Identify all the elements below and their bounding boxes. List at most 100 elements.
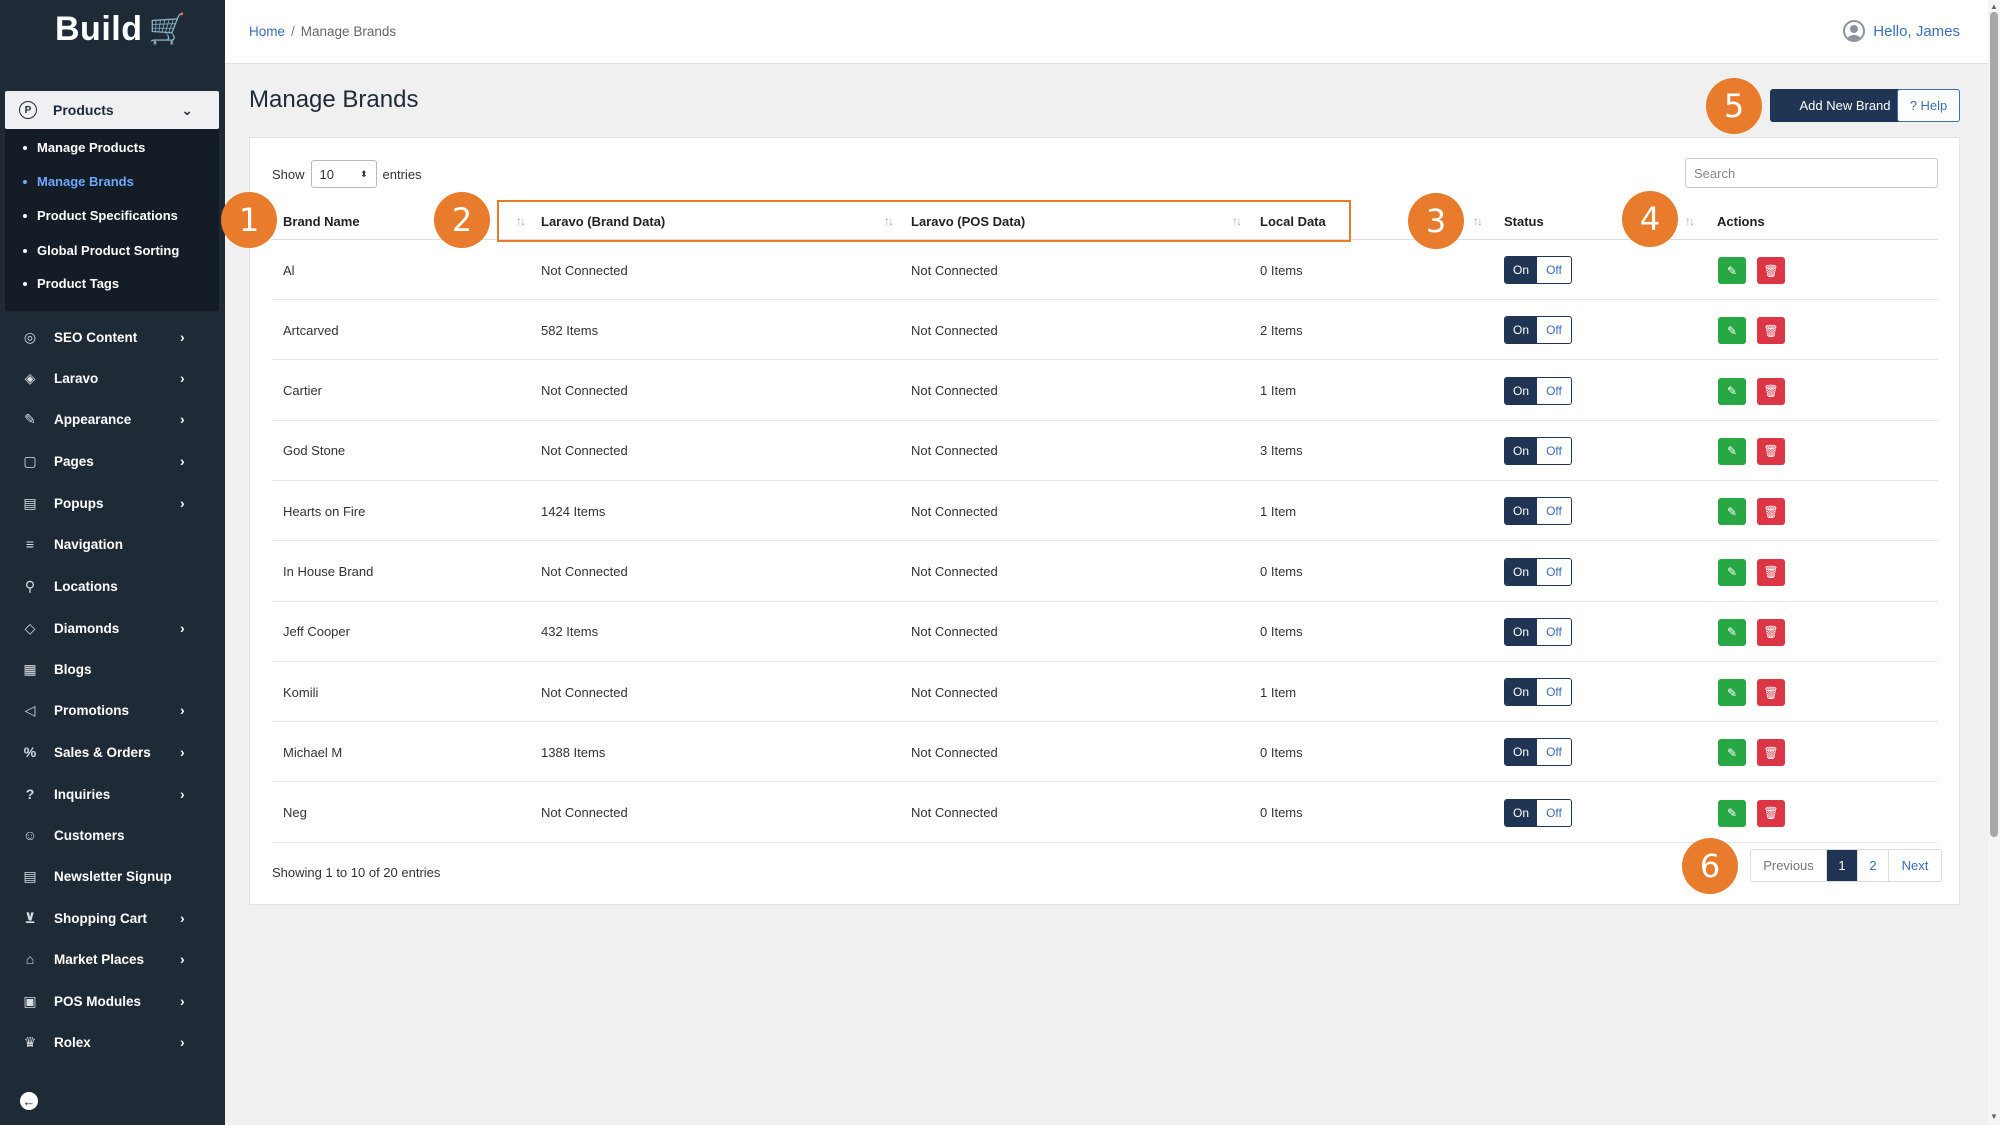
pagination: Previous 1 2 Next bbox=[1750, 849, 1942, 882]
sort-icon[interactable]: ↑↓ bbox=[1685, 214, 1695, 228]
delete-button[interactable]: 🗑 bbox=[1757, 377, 1785, 405]
scroll-down-icon[interactable]: ▼ bbox=[1990, 1112, 1998, 1121]
toggle-off[interactable]: Off bbox=[1537, 377, 1571, 404]
sidebar-item-locations[interactable]: ⚲ Locations bbox=[0, 571, 225, 601]
sidebar-item-promotions[interactable]: ◁ Promotions › bbox=[0, 695, 225, 725]
subitem-manage-products[interactable]: Manage Products bbox=[23, 140, 145, 155]
edit-button[interactable]: ✎ bbox=[1718, 377, 1746, 405]
toggle-on[interactable]: On bbox=[1505, 437, 1537, 464]
toggle-on[interactable]: On bbox=[1505, 558, 1537, 585]
delete-button[interactable]: 🗑 bbox=[1757, 799, 1785, 827]
status-toggle[interactable]: On Off bbox=[1504, 436, 1572, 465]
delete-button[interactable]: 🗑 bbox=[1757, 618, 1785, 646]
sidebar-item-popups[interactable]: ▤ Popups › bbox=[0, 488, 225, 518]
pagination-previous[interactable]: Previous bbox=[1751, 850, 1827, 881]
delete-button[interactable]: 🗑 bbox=[1757, 679, 1785, 707]
sidebar-item-label: Locations bbox=[54, 578, 118, 594]
edit-button[interactable]: ✎ bbox=[1718, 437, 1746, 465]
bullet-icon bbox=[23, 145, 27, 150]
toggle-on[interactable]: On bbox=[1505, 257, 1537, 283]
sidebar-item-laravo[interactable]: ◈ Laravo › bbox=[0, 363, 225, 393]
build-logo[interactable]: Build 🛒 bbox=[55, 10, 186, 49]
delete-button[interactable]: 🗑 bbox=[1757, 437, 1785, 465]
toggle-on[interactable]: On bbox=[1505, 377, 1537, 404]
toggle-off[interactable]: Off bbox=[1537, 799, 1571, 826]
delete-button[interactable]: 🗑 bbox=[1757, 257, 1785, 284]
delete-button[interactable]: 🗑 bbox=[1757, 498, 1785, 526]
sidebar-item-newsletter-signup[interactable]: ▤ Newsletter Signup bbox=[0, 861, 225, 891]
sidebar-item-pos-modules[interactable]: ▣ POS Modules › bbox=[0, 986, 225, 1016]
user-menu[interactable]: Hello, James bbox=[1843, 20, 1960, 42]
callout-5: 5 bbox=[1706, 78, 1762, 134]
status-toggle[interactable]: On Off bbox=[1504, 316, 1572, 345]
sidebar-item-sales-orders[interactable]: % Sales & Orders › bbox=[0, 737, 225, 767]
sidebar-item-pages[interactable]: ▢ Pages › bbox=[0, 446, 225, 476]
status-toggle[interactable]: On Off bbox=[1504, 557, 1572, 586]
delete-button[interactable]: 🗑 bbox=[1757, 558, 1785, 586]
edit-button[interactable]: ✎ bbox=[1718, 739, 1746, 767]
pagination-page-2[interactable]: 2 bbox=[1858, 850, 1889, 881]
edit-button[interactable]: ✎ bbox=[1718, 257, 1746, 284]
sidebar-item-shopping-cart[interactable]: ⊻ Shopping Cart › bbox=[0, 903, 225, 933]
toggle-off[interactable]: Off bbox=[1537, 739, 1571, 766]
edit-button[interactable]: ✎ bbox=[1718, 317, 1746, 345]
pagination-next[interactable]: Next bbox=[1889, 850, 1941, 881]
search-input[interactable] bbox=[1685, 158, 1938, 188]
edit-button[interactable]: ✎ bbox=[1718, 618, 1746, 646]
subitem-global-product-sorting[interactable]: Global Product Sorting bbox=[23, 243, 179, 258]
status-toggle[interactable]: On Off bbox=[1504, 617, 1572, 646]
edit-button[interactable]: ✎ bbox=[1718, 498, 1746, 526]
chevron-right-icon: › bbox=[180, 329, 185, 345]
toggle-off[interactable]: Off bbox=[1537, 257, 1571, 283]
pagination-page-1[interactable]: 1 bbox=[1827, 850, 1858, 881]
status-toggle[interactable]: On Off bbox=[1504, 256, 1572, 284]
toggle-off[interactable]: Off bbox=[1537, 317, 1571, 344]
collapse-sidebar-icon[interactable]: ← bbox=[20, 1092, 38, 1110]
sidebar-item-label: Diamonds bbox=[54, 620, 120, 636]
sidebar-item-rolex[interactable]: ♛ Rolex › bbox=[0, 1027, 225, 1057]
sidebar-item-inquiries[interactable]: ? Inquiries › bbox=[0, 779, 225, 809]
toggle-off[interactable]: Off bbox=[1537, 679, 1571, 706]
status-toggle[interactable]: On Off bbox=[1504, 738, 1572, 767]
sidebar-item-blogs[interactable]: ▦ Blogs bbox=[0, 654, 225, 684]
sidebar-item-navigation[interactable]: ≡ Navigation bbox=[0, 529, 225, 559]
toggle-off[interactable]: Off bbox=[1537, 498, 1571, 525]
toggle-off[interactable]: Off bbox=[1537, 558, 1571, 585]
status-toggle[interactable]: On Off bbox=[1504, 678, 1572, 707]
delete-button[interactable]: 🗑 bbox=[1757, 739, 1785, 767]
toggle-on[interactable]: On bbox=[1505, 498, 1537, 525]
toggle-on[interactable]: On bbox=[1505, 317, 1537, 344]
toggle-on[interactable]: On bbox=[1505, 739, 1537, 766]
subitem-product-tags[interactable]: Product Tags bbox=[23, 276, 119, 291]
subitem-manage-brands[interactable]: Manage Brands bbox=[23, 174, 134, 189]
subitem-product-specifications[interactable]: Product Specifications bbox=[23, 208, 178, 223]
toggle-on[interactable]: On bbox=[1505, 618, 1537, 645]
column-status[interactable]: Status bbox=[1504, 202, 1544, 240]
sidebar-item-seo-content[interactable]: ◎ SEO Content › bbox=[0, 322, 225, 352]
toggle-off[interactable]: Off bbox=[1537, 437, 1571, 464]
edit-button[interactable]: ✎ bbox=[1718, 558, 1746, 586]
edit-button[interactable]: ✎ bbox=[1718, 799, 1746, 827]
help-button[interactable]: ? Help bbox=[1897, 89, 1960, 122]
sidebar-item-products[interactable]: P Products ⌄ bbox=[5, 91, 219, 129]
sidebar-item-customers[interactable]: ☺ Customers bbox=[0, 820, 225, 850]
sidebar-item-diamonds[interactable]: ◇ Diamonds › bbox=[0, 613, 225, 643]
toggle-on[interactable]: On bbox=[1505, 799, 1537, 826]
sidebar-item-market-places[interactable]: ⌂ Market Places › bbox=[0, 944, 225, 974]
page-scrollbar[interactable]: ▲ ▼ bbox=[1988, 0, 2000, 1125]
delete-button[interactable]: 🗑 bbox=[1757, 317, 1785, 345]
sidebar-item-appearance[interactable]: ✎ Appearance › bbox=[0, 404, 225, 434]
edit-button[interactable]: ✎ bbox=[1718, 679, 1746, 707]
scrollbar-thumb[interactable] bbox=[1990, 12, 1998, 837]
status-toggle[interactable]: On Off bbox=[1504, 798, 1572, 827]
status-toggle[interactable]: On Off bbox=[1504, 376, 1572, 405]
status-toggle[interactable]: On Off bbox=[1504, 497, 1572, 526]
sort-icon[interactable]: ↑↓ bbox=[1473, 214, 1483, 228]
megaphone-icon: ◁ bbox=[24, 701, 36, 718]
toggle-off[interactable]: Off bbox=[1537, 618, 1571, 645]
scroll-up-icon[interactable]: ▲ bbox=[1990, 2, 1998, 11]
breadcrumb-home-link[interactable]: Home bbox=[249, 24, 285, 39]
entries-select[interactable]: 10 ⬍ bbox=[310, 160, 377, 188]
column-brand-name[interactable]: Brand Name bbox=[283, 202, 360, 240]
toggle-on[interactable]: On bbox=[1505, 679, 1537, 706]
